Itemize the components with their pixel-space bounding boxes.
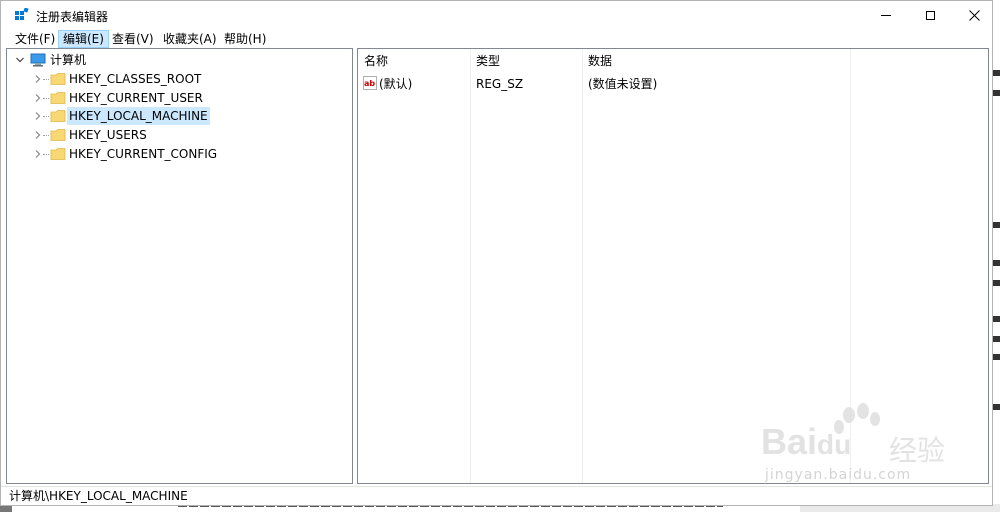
tree-connector	[43, 79, 49, 81]
tree-node-label-selected: HKEY_LOCAL_MACHINE	[67, 107, 210, 125]
tree-connector	[43, 135, 49, 137]
watermark-url: jingyan.baidu.com	[765, 467, 912, 483]
menu-bar: 文件(F) 编辑(E) 查看(V) 收藏夹(A) 帮助(H)	[1, 30, 992, 48]
value-name: (默认)	[379, 77, 413, 91]
chevron-right-icon[interactable]	[34, 94, 42, 102]
title-bar[interactable]: 注册表编辑器	[1, 1, 992, 30]
folder-icon	[50, 73, 66, 85]
chevron-right-icon[interactable]	[34, 112, 42, 120]
folder-icon	[50, 129, 66, 141]
key-tree-pane[interactable]: 计算机 HKEY_CLASSES_ROOT HKEY_CURRENT_USER	[6, 48, 353, 484]
chevron-down-icon[interactable]	[16, 56, 24, 64]
value-type: REG_SZ	[476, 77, 524, 91]
tree-node-label: HKEY_USERS	[69, 128, 147, 142]
regedit-app-icon	[15, 8, 29, 20]
close-icon	[968, 10, 980, 21]
minimize-button[interactable]	[863, 1, 909, 30]
string-value-icon: ab	[363, 76, 377, 90]
tree-node-label: HKEY_CURRENT_CONFIG	[69, 147, 218, 161]
column-divider[interactable]	[470, 49, 471, 483]
menu-file[interactable]: 文件(F)	[11, 30, 59, 48]
tree-node-label: HKEY_CURRENT_USER	[69, 91, 203, 105]
folder-icon	[50, 148, 66, 160]
watermark-product: 经验	[889, 434, 946, 467]
maximize-icon	[925, 11, 935, 20]
tree-node-hkcc[interactable]: HKEY_CURRENT_CONFIG	[7, 145, 347, 163]
tree-node-hklm[interactable]: HKEY_LOCAL_MACHINE	[7, 107, 347, 125]
computer-icon	[30, 53, 46, 67]
tree-connector	[43, 116, 49, 118]
tree-node-label: HKEY_CLASSES_ROOT	[69, 72, 202, 86]
chevron-right-icon[interactable]	[34, 150, 42, 158]
column-divider[interactable]	[582, 49, 583, 483]
tree-connector	[43, 98, 49, 100]
tree-connector	[43, 154, 49, 156]
value-row[interactable]: ab (默认) REG_SZ (数值未设置)	[358, 49, 988, 95]
minimize-icon	[881, 15, 891, 16]
close-button[interactable]	[951, 1, 997, 30]
svg-text:ab: ab	[364, 79, 375, 88]
tree-node-hkcu[interactable]: HKEY_CURRENT_USER	[7, 89, 347, 107]
folder-icon	[50, 110, 66, 122]
window-title: 注册表编辑器	[36, 10, 109, 24]
menu-view[interactable]: 查看(V)	[108, 30, 158, 48]
tree-node-hkcr[interactable]: HKEY_CLASSES_ROOT	[7, 70, 347, 88]
baidu-watermark: Baidu 经验 jingyan.baidu.com	[761, 401, 991, 491]
folder-icon	[50, 92, 66, 104]
watermark-brand: Baidu	[761, 421, 852, 462]
registry-editor-window: 注册表编辑器 文件(F) 编辑(E) 查看(V) 收藏夹(A) 帮助(H) 计算…	[0, 0, 993, 506]
maximize-button[interactable]	[907, 1, 953, 30]
menu-edit[interactable]: 编辑(E)	[58, 30, 109, 48]
chevron-right-icon[interactable]	[34, 75, 42, 83]
value-data: (数值未设置)	[588, 77, 658, 91]
menu-favorites[interactable]: 收藏夹(A)	[159, 30, 221, 48]
tree-node-hku[interactable]: HKEY_USERS	[7, 126, 347, 144]
menu-help[interactable]: 帮助(H)	[220, 30, 270, 48]
tree-node-label: 计算机	[50, 53, 87, 67]
chevron-right-icon[interactable]	[34, 131, 42, 139]
tree-node-computer[interactable]: 计算机	[7, 51, 347, 69]
